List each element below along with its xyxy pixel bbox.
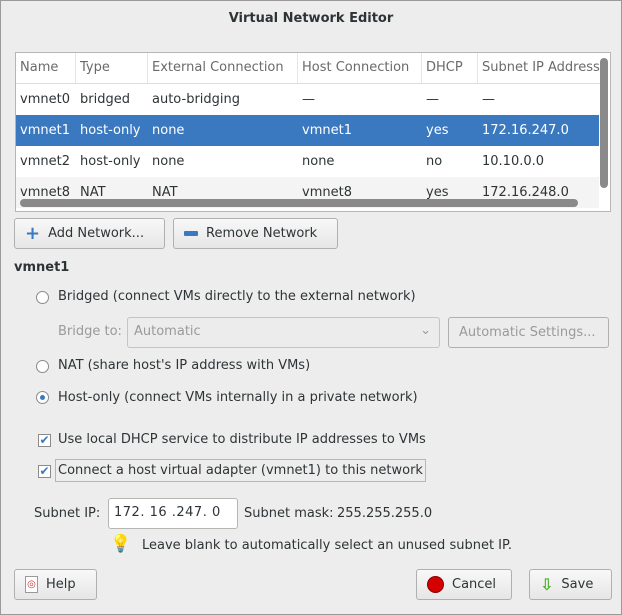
- network-table[interactable]: Name Type External Connection Host Conne…: [15, 52, 611, 212]
- cell-subnet: 172.16.247.0: [482, 123, 569, 138]
- subnet-ip-label: Subnet IP:: [34, 506, 101, 521]
- cell-dhcp: yes: [426, 123, 449, 138]
- cell-type: bridged: [80, 92, 130, 107]
- help-icon: ◎: [25, 576, 38, 593]
- bridged-radio[interactable]: [36, 291, 49, 304]
- bridge-to-select[interactable]: Automatic ⌄: [127, 317, 440, 348]
- nat-radio[interactable]: [36, 360, 49, 373]
- table-row[interactable]: vmnet0 bridged auto-bridging — — —: [16, 84, 599, 115]
- subnet-mask-value: 255.255.255.0: [337, 506, 433, 521]
- cell-host: none: [302, 154, 335, 169]
- cell-external: none: [152, 123, 185, 138]
- cell-host: —: [302, 92, 315, 107]
- table-row[interactable]: vmnet2 host-only none none no 10.10.0.0: [16, 146, 599, 177]
- host-adapter-label[interactable]: Connect a host virtual adapter (vmnet1) …: [55, 459, 426, 482]
- column-name[interactable]: Name: [16, 53, 76, 83]
- cell-subnet: —: [482, 92, 495, 107]
- column-type[interactable]: Type: [76, 53, 148, 83]
- vertical-scrollbar[interactable]: [600, 58, 608, 188]
- cell-dhcp: —: [426, 92, 439, 107]
- cancel-button[interactable]: Cancel: [416, 569, 512, 600]
- plus-icon: +: [25, 222, 41, 244]
- cell-name: vmnet0: [20, 92, 70, 107]
- cell-dhcp: no: [426, 154, 443, 169]
- table-row-selected[interactable]: vmnet1 host-only none vmnet1 yes 172.16.247.0: [16, 115, 599, 146]
- host-only-radio[interactable]: [36, 391, 49, 404]
- automatic-settings-button[interactable]: Automatic Settings...: [448, 317, 609, 348]
- table-header: Name Type External Connection Host Conne…: [16, 53, 601, 84]
- dhcp-label[interactable]: Use local DHCP service to distribute IP …: [58, 432, 426, 447]
- cell-subnet: 10.10.0.0: [482, 154, 545, 169]
- cell-host: vmnet1: [302, 123, 352, 138]
- dhcp-checkbox[interactable]: ✔: [38, 434, 51, 447]
- save-button[interactable]: ⇩ Save: [529, 569, 612, 600]
- column-subnet-ip[interactable]: Subnet IP Address: [478, 53, 601, 83]
- cell-external: auto-bridging: [152, 92, 241, 107]
- stop-icon: [427, 576, 444, 593]
- remove-network-button[interactable]: Remove Network: [173, 218, 338, 249]
- column-dhcp[interactable]: DHCP: [422, 53, 478, 83]
- minus-icon: [184, 231, 198, 236]
- subnet-mask-label: Subnet mask:: [244, 506, 334, 521]
- section-title: vmnet1: [14, 260, 70, 275]
- bridged-label[interactable]: Bridged (connect VMs directly to the ext…: [58, 289, 416, 304]
- bridge-to-label: Bridge to:: [58, 324, 122, 339]
- host-adapter-checkbox[interactable]: ✔: [38, 465, 51, 478]
- save-icon: ⇩: [540, 575, 554, 594]
- virtual-network-editor-window: Virtual Network Editor Name Type Externa…: [0, 0, 622, 615]
- column-host-connection[interactable]: Host Connection: [298, 53, 422, 83]
- chevron-down-icon: ⌄: [420, 323, 431, 338]
- help-button[interactable]: ◎ Help: [14, 569, 97, 600]
- nat-label[interactable]: NAT (share host's IP address with VMs): [58, 358, 310, 373]
- window-title: Virtual Network Editor: [228, 11, 394, 26]
- column-external-connection[interactable]: External Connection: [148, 53, 298, 83]
- cell-type: host-only: [80, 123, 141, 138]
- cell-name: vmnet1: [20, 123, 70, 138]
- add-network-button[interactable]: + Add Network...: [14, 218, 165, 249]
- host-only-label[interactable]: Host-only (connect VMs internally in a p…: [58, 390, 418, 405]
- horizontal-scrollbar[interactable]: [20, 199, 578, 207]
- hint-text: Leave blank to automatically select an u…: [142, 538, 512, 553]
- lightbulb-icon: 💡: [110, 534, 132, 554]
- cell-type: host-only: [80, 154, 141, 169]
- cell-external: none: [152, 154, 185, 169]
- cell-name: vmnet2: [20, 154, 70, 169]
- subnet-ip-input[interactable]: 172. 16 .247. 0: [108, 498, 238, 529]
